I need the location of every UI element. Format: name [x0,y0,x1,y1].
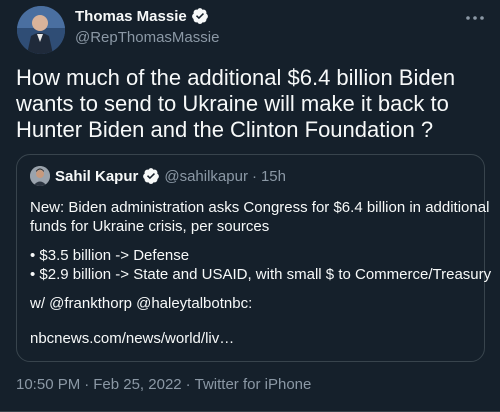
quoted-tweet-header: Sahil Kapur @sahilkapur · 15h [30,166,286,186]
quoted-tweet[interactable]: Sahil Kapur @sahilkapur · 15h New: Biden… [16,154,491,362]
tweet-text-line: How much of the additional $6.4 billion … [16,65,456,90]
author-name[interactable]: Thomas Massie [75,8,187,25]
quoted-text-line: w/ @frankthorp @haleytalbotnbc: [30,295,253,312]
tweet-client[interactable]: Twitter for iPhone [195,376,312,393]
author-avatar[interactable] [17,6,65,54]
author-block: Thomas Massie @RepThomasMassie [75,6,219,47]
author-handle[interactable]: @RepThomasMassie [75,29,219,46]
quoted-text-line: New: Biden administration asks Congress … [30,199,490,216]
quoted-text-line: funds for Ukraine crisis, per sources [30,218,270,235]
author-avatar-image [17,6,65,54]
quoted-author-handle: @sahilkapur [164,167,248,185]
quoted-verified-badge-icon [143,168,160,184]
quoted-author-avatar-image [30,166,50,186]
quoted-author-avatar [30,166,50,186]
tweet: Thomas Massie @RepThomasMassie How much … [0,0,500,412]
tweet-text-line: wants to send to Ukraine will make it ba… [16,91,449,116]
tweet-metadata: 10:50 PM · Feb 25, 2022 · Twitter for iP… [16,376,311,393]
tweet-text: How much of the additional $6.4 billion … [16,65,486,143]
quoted-link: nbcnews.com/news/world/liv… [30,330,235,347]
more-options-icon[interactable] [464,10,486,26]
tweet-date[interactable]: Feb 25, 2022 [93,376,181,393]
quoted-separator: · [251,167,257,185]
meta-separator: · [185,376,191,393]
tweet-text-line: Hunter Biden and the Clinton Foundation … [16,117,434,142]
quoted-timestamp: 15h [260,167,286,185]
quoted-text-line: • $2.9 billion -> State and USAID, with … [30,266,492,283]
meta-separator: · [84,376,90,393]
quoted-author-name: Sahil Kapur [55,167,139,185]
tweet-time[interactable]: 10:50 PM [16,376,80,393]
verified-badge-icon [191,8,208,24]
quoted-text-line: • $3.5 billion -> Defense [30,247,190,264]
